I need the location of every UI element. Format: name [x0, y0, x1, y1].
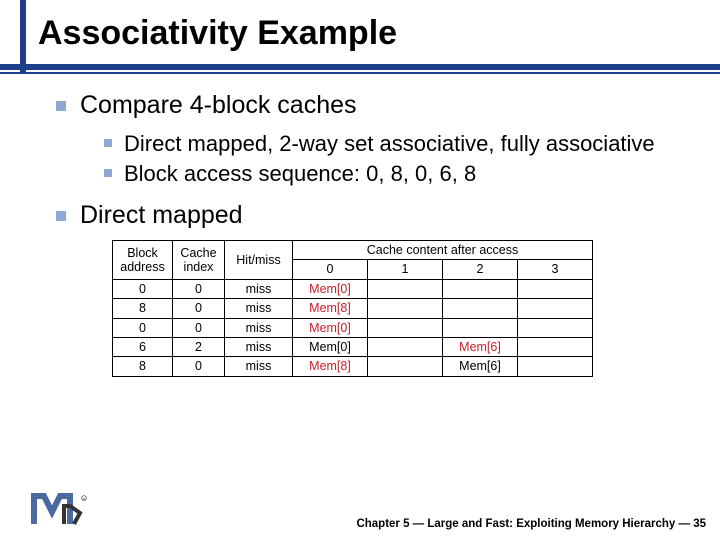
- table-cell: 2: [173, 337, 225, 356]
- slide-title: Associativity Example: [38, 14, 720, 53]
- table-cell: miss: [225, 337, 293, 356]
- table-cell: miss: [225, 299, 293, 318]
- table-cell: 0: [173, 318, 225, 337]
- hdr-cache-index: Cache index: [173, 241, 225, 280]
- table-cell: miss: [225, 357, 293, 376]
- bullet-square-icon: [56, 101, 66, 111]
- table-cell: [443, 318, 518, 337]
- table-cell: Mem[8]: [293, 357, 368, 376]
- hdr-col-2: 2: [443, 260, 518, 279]
- table-cell: 0: [173, 279, 225, 298]
- table-cell: 6: [113, 337, 173, 356]
- hdr-block-address: Block address: [113, 241, 173, 280]
- hdr-col-0: 0: [293, 260, 368, 279]
- table-cell: miss: [225, 318, 293, 337]
- table-cell: [368, 318, 443, 337]
- table-cell: Mem[8]: [293, 299, 368, 318]
- table-cell: [518, 357, 593, 376]
- table-cell: 0: [173, 357, 225, 376]
- table-row: 00missMem[0]: [113, 279, 593, 298]
- table-row: 62missMem[0] Mem[6]: [113, 337, 593, 356]
- svg-text:R: R: [83, 497, 86, 501]
- table-cell: 8: [113, 299, 173, 318]
- table-cell: [443, 299, 518, 318]
- hdr-cache-content: Cache content after access: [293, 241, 593, 260]
- table-cell: [518, 337, 593, 356]
- bullet-main-2: Direct mapped: [56, 201, 680, 230]
- table-cell: [443, 279, 518, 298]
- table-row: 80missMem[8] Mem[6]: [113, 357, 593, 376]
- bullet-text: Compare 4-block caches: [80, 91, 357, 120]
- bullet-text: Block access sequence: 0, 8, 0, 6, 8: [124, 160, 476, 188]
- bullet-square-icon: [104, 139, 112, 147]
- table-cell: Mem[6]: [443, 337, 518, 356]
- table-row: 80missMem[8]: [113, 299, 593, 318]
- hdr-hit-miss: Hit/miss: [225, 241, 293, 280]
- bullet-square-icon: [56, 211, 66, 221]
- table-header-row: Block address Cache index Hit/miss Cache…: [113, 241, 593, 260]
- publisher-logo: R: [30, 492, 96, 532]
- table-cell: Mem[0]: [293, 279, 368, 298]
- table-cell: miss: [225, 279, 293, 298]
- table-cell: [518, 299, 593, 318]
- bullet-sub-1b: Block access sequence: 0, 8, 0, 6, 8: [104, 160, 680, 188]
- table-cell: Mem[0]: [293, 337, 368, 356]
- table-cell: [368, 279, 443, 298]
- table-cell: [368, 357, 443, 376]
- table-cell: [518, 279, 593, 298]
- slide-footer: Chapter 5 — Large and Fast: Exploiting M…: [356, 518, 706, 530]
- table-cell: [368, 299, 443, 318]
- bullet-sub-1a: Direct mapped, 2-way set associative, fu…: [104, 130, 680, 158]
- bullet-text: Direct mapped: [80, 201, 243, 230]
- table-cell: Mem[6]: [443, 357, 518, 376]
- table-cell: Mem[0]: [293, 318, 368, 337]
- table-cell: 8: [113, 357, 173, 376]
- table-cell: 0: [113, 318, 173, 337]
- table-cell: 0: [173, 299, 225, 318]
- hdr-col-1: 1: [368, 260, 443, 279]
- table-cell: [368, 337, 443, 356]
- table-row: 00missMem[0]: [113, 318, 593, 337]
- bullet-main-1: Compare 4-block caches: [56, 91, 680, 120]
- hdr-col-3: 3: [518, 260, 593, 279]
- bullet-square-icon: [104, 169, 112, 177]
- table-cell: 0: [113, 279, 173, 298]
- cache-table: Block address Cache index Hit/miss Cache…: [112, 240, 593, 377]
- bullet-text: Direct mapped, 2-way set associative, fu…: [124, 130, 655, 158]
- table-cell: [518, 318, 593, 337]
